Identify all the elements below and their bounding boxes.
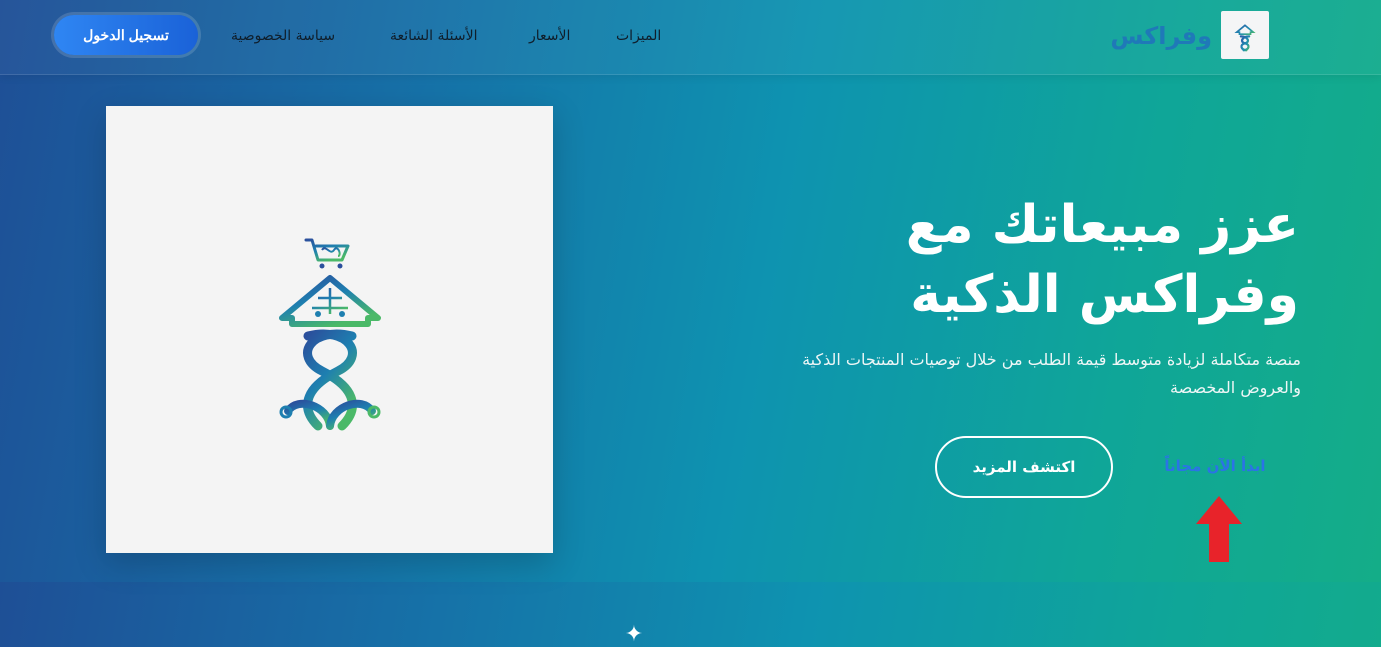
hero-logo-image: ✦: [106, 106, 643, 647]
hero-subtitle-line-2: والعروض المخصصة: [1170, 378, 1301, 397]
nav-link-privacy[interactable]: سياسة الخصوصية: [231, 25, 335, 47]
wafrax-emblem-icon: [1234, 24, 1256, 52]
discover-more-button[interactable]: اكتشف المزيد: [935, 436, 1113, 498]
hero-headline-line-2: وفراكس الذكية: [910, 265, 1299, 325]
start-free-link[interactable]: ابدأ الآن مجاناً: [1140, 454, 1290, 478]
brand-name[interactable]: وفراكس: [1110, 20, 1212, 52]
sparkle-icon: ✦: [624, 622, 644, 647]
nav-link-faq[interactable]: الأسئلة الشائعة: [390, 25, 478, 47]
hero-subtitle: منصة متكاملة لزيادة متوسط قيمة الطلب من …: [661, 346, 1301, 402]
nav-link-pricing[interactable]: الأسعار: [529, 25, 570, 47]
red-arrow-up-icon: [1196, 496, 1242, 562]
top-navigation-bar: وفراكس الميزات الأسعار الأسئلة الشائعة س…: [0, 0, 1381, 75]
wafrax-emblem-icon: [279, 238, 381, 431]
nav-link-features[interactable]: الميزات: [616, 25, 661, 47]
login-button[interactable]: تسجيل الدخول: [54, 15, 198, 55]
hero-headline: عزز مبيعاتك مع وفراكس الذكية: [859, 190, 1299, 330]
brand-logo[interactable]: [1221, 11, 1269, 59]
hero-subtitle-line-1: منصة متكاملة لزيادة متوسط قيمة الطلب من …: [802, 350, 1301, 369]
hero-headline-line-1: عزز مبيعاتك مع: [905, 195, 1299, 255]
